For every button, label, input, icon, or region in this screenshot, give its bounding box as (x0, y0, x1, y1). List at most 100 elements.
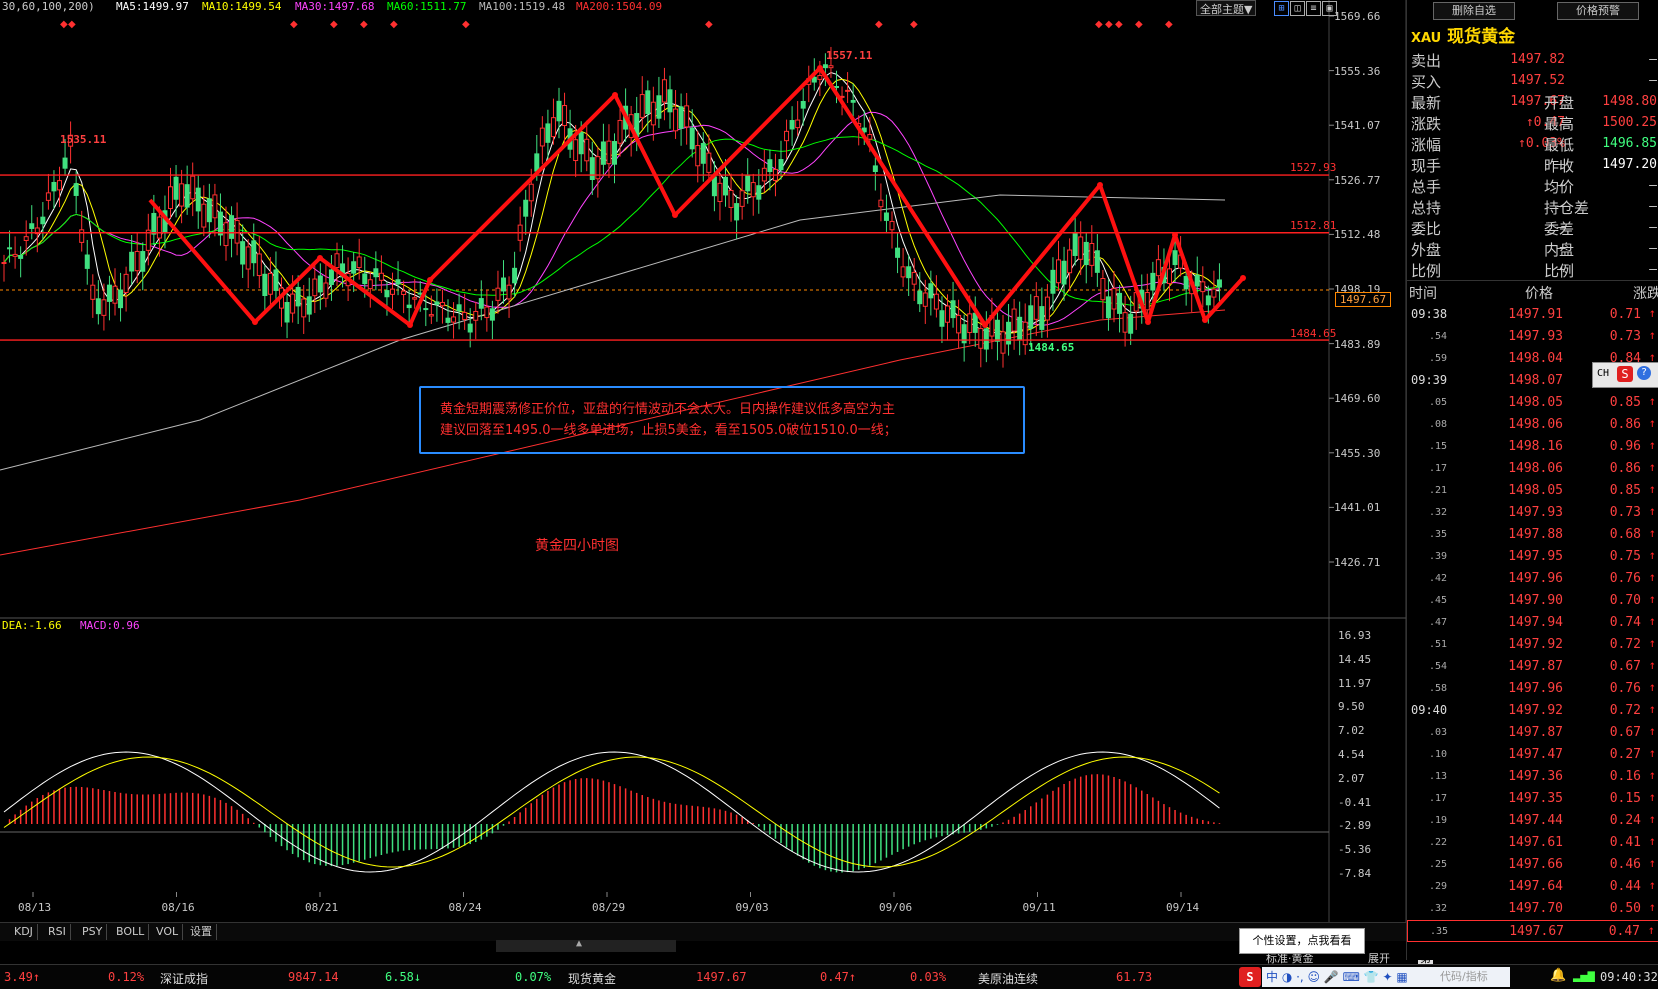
tick-row[interactable]: .13 1497.36 0.16 ↑ (1407, 766, 1658, 788)
tick-price: 1497.92 (1508, 703, 1563, 718)
price-tick-label: 1441.01 (1334, 501, 1381, 515)
collapse-up-icon[interactable]: ▲ (576, 938, 582, 949)
tick-change: 0.67 (1609, 659, 1641, 674)
arrow-up-icon: ↑ (1648, 570, 1656, 584)
tick-row[interactable]: .17 1497.35 0.15 ↑ (1407, 788, 1658, 810)
index1-pct: 0.12% (108, 970, 145, 984)
tick-row[interactable]: 09:38 1497.91 0.71 ↑ (1407, 304, 1658, 326)
arrow-up-icon: ↑ (1648, 438, 1656, 452)
tick-row[interactable]: .54 1497.87 0.67 ↑ (1407, 656, 1658, 678)
delete-watchlist-button[interactable]: 删除自选 (1433, 2, 1515, 20)
date-tick-label: 09/14 (1166, 901, 1200, 914)
tick-row[interactable]: .39 1497.95 0.75 ↑ (1407, 546, 1658, 568)
ime-logo-icon[interactable]: S (1239, 967, 1261, 987)
analysis-note: 黄金短期震荡修正价位，亚盘的行情波动不会太大。日内操作建议低多高空为主 建议回落… (419, 386, 1025, 454)
candle-body (101, 299, 107, 316)
candle-body (284, 301, 290, 323)
candle-body (562, 105, 568, 126)
tick-row[interactable]: .17 1498.06 0.86 ↑ (1407, 458, 1658, 480)
macd-tick-label: 4.54 (1338, 748, 1365, 761)
tab-psy[interactable]: PSY (78, 924, 108, 940)
quote-value-2: — (1649, 52, 1657, 67)
arrow-up-icon: ↑ (1648, 834, 1656, 848)
tick-row[interactable]: .35 1497.88 0.68 ↑ (1407, 524, 1658, 546)
tick-row[interactable]: .54 1497.93 0.73 ↑ (1407, 326, 1658, 348)
quote-label-2: 比例 (1544, 262, 1575, 280)
candle-body (834, 86, 839, 89)
index2-name[interactable]: 深证成指 (160, 970, 208, 987)
candle-body (51, 181, 57, 192)
ime-logo-icon[interactable]: S (1617, 366, 1633, 382)
tab-vol[interactable]: VOL (152, 924, 184, 940)
tick-row[interactable]: .03 1497.87 0.67 ↑ (1407, 722, 1658, 744)
signal-marker: ◆ (1115, 19, 1123, 30)
search-code-input[interactable]: 代码/指标 (1440, 968, 1488, 984)
help-icon[interactable]: ? (1637, 366, 1651, 380)
scroll-handle[interactable] (496, 940, 676, 952)
candle-body (129, 251, 135, 272)
tick-price: 1497.47 (1508, 747, 1563, 762)
tick-row[interactable]: .22 1497.61 0.41 ↑ (1407, 832, 1658, 854)
high-label-2: 1557.11 (826, 49, 873, 62)
ma10-value: MA10:1499.54 (202, 0, 282, 13)
tick-row[interactable]: .51 1497.92 0.72 ↑ (1407, 634, 1658, 656)
date-tick-label: 09/03 (735, 901, 769, 914)
candle-body (217, 211, 223, 236)
tick-row[interactable]: .10 1497.47 0.27 ↑ (1407, 744, 1658, 766)
candle-body (883, 212, 889, 221)
tab-rsi[interactable]: RSI (44, 924, 71, 940)
tick-header: 时间 价格 涨跌 (1407, 280, 1658, 302)
trend-node (1240, 275, 1246, 281)
candle-body (983, 328, 989, 350)
tick-row[interactable]: .32 1497.93 0.73 ↑ (1407, 502, 1658, 524)
candle-body (367, 279, 373, 290)
tick-row[interactable]: .42 1497.96 0.76 ↑ (1407, 568, 1658, 590)
ime-mode[interactable]: 中 (1266, 970, 1278, 984)
tick-row[interactable]: .35 1497.67 0.47 ↑ (1407, 920, 1658, 942)
tab-kdj[interactable]: KDJ (10, 924, 38, 940)
tab-settings[interactable]: 设置 (186, 924, 217, 940)
candle-body (173, 176, 179, 200)
tick-row[interactable]: 09:40 1497.92 0.72 ↑ (1407, 700, 1658, 722)
tick-row[interactable]: .58 1497.96 0.76 ↑ (1407, 678, 1658, 700)
tick-price: 1497.87 (1508, 725, 1563, 740)
tab-boll[interactable]: BOLL (112, 924, 150, 940)
grid-layout-icon[interactable]: ⊞ (1274, 1, 1289, 16)
signal-marker: ◆ (875, 19, 883, 30)
bell-icon[interactable]: 🔔 (1550, 968, 1566, 983)
macd-tick-label: 16.93 (1338, 629, 1372, 642)
tick-price: 1497.66 (1508, 857, 1563, 872)
tick-row[interactable]: .25 1497.66 0.46 ↑ (1407, 854, 1658, 876)
index3-name[interactable]: 现货黄金 (568, 970, 616, 987)
tick-row[interactable]: .08 1498.06 0.86 ↑ (1407, 414, 1658, 436)
candle-body (917, 290, 923, 305)
quote-value-2: — (1649, 178, 1657, 193)
tick-row[interactable]: .47 1497.94 0.74 ↑ (1407, 612, 1658, 634)
tick-time: .17 (1428, 463, 1447, 474)
floating-ime-toolbar[interactable]: CH S ? (1592, 362, 1658, 388)
tick-row[interactable]: .15 1498.16 0.96 ↑ (1407, 436, 1658, 458)
kline-chart[interactable]: ◆ ◆ ◆ ◆ ◆ ◆ ◆ ◆ ◆ ◆ ◆ ◆ ◆ ◆ ◆ (0, 0, 1406, 922)
quote-label-2: 持仓差 (1544, 199, 1590, 217)
candle-body (1094, 250, 1100, 273)
index4-name[interactable]: 美原油连续 (978, 970, 1038, 987)
tick-row[interactable]: .21 1498.05 0.85 ↑ (1407, 480, 1658, 502)
tick-row[interactable]: .19 1497.44 0.24 ↑ (1407, 810, 1658, 832)
price-tick-label: 1569.66 (1334, 10, 1381, 23)
candle-body (1122, 312, 1128, 333)
candle-body (378, 272, 384, 281)
candle-body (267, 272, 273, 295)
candle-body (1039, 306, 1045, 330)
tick-row[interactable]: .29 1497.64 0.44 ↑ (1407, 876, 1658, 898)
tick-change: 0.73 (1609, 505, 1641, 520)
theme-dropdown[interactable]: 全部主题▼ (1196, 0, 1257, 16)
price-alert-button[interactable]: 价格预警 (1557, 2, 1639, 20)
tick-row[interactable]: .05 1498.05 0.85 ↑ (1407, 392, 1658, 414)
tooltip-personalize[interactable]: 个性设置，点我看看 (1239, 928, 1365, 954)
split-view-icon[interactable]: ◫ (1290, 1, 1305, 16)
candle-body (1194, 274, 1200, 287)
list-view-icon[interactable]: ≡ (1306, 1, 1321, 16)
tick-row[interactable]: .32 1497.70 0.50 ↑ (1407, 898, 1658, 920)
trend-node (1097, 182, 1103, 188)
tick-row[interactable]: .45 1497.90 0.70 ↑ (1407, 590, 1658, 612)
